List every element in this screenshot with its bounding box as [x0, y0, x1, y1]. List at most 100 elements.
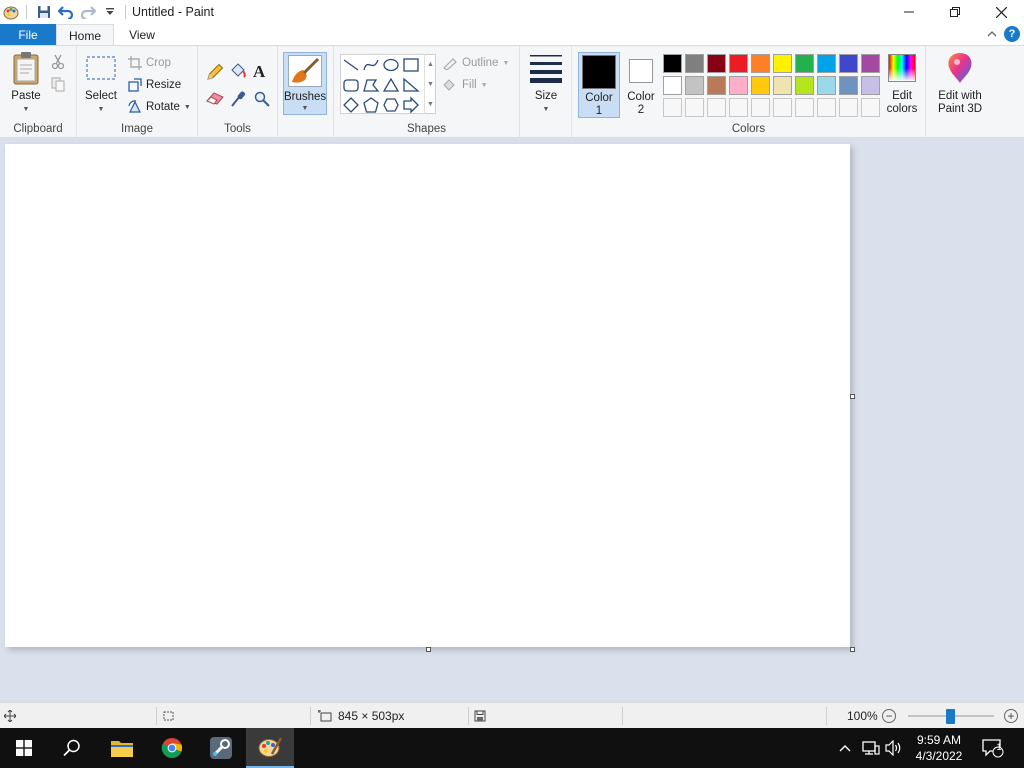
palette-swatch[interactable] — [839, 98, 858, 117]
save-icon[interactable] — [33, 1, 55, 23]
resize-handle-right[interactable] — [850, 394, 855, 399]
action-center-button[interactable]: 1 — [982, 728, 1004, 768]
hexagon-shape-icon[interactable] — [383, 98, 399, 112]
palette-swatch[interactable] — [729, 76, 748, 95]
palette-swatch[interactable] — [839, 76, 858, 95]
palette-swatch[interactable] — [751, 54, 770, 73]
palette-swatch[interactable] — [773, 98, 792, 117]
palette-swatch[interactable] — [773, 54, 792, 73]
resize-handle-bottom[interactable] — [426, 647, 431, 652]
palette-swatch[interactable] — [707, 98, 726, 117]
crop-button[interactable]: Crop — [128, 54, 171, 72]
size-button[interactable]: Size ▼ — [526, 50, 566, 116]
palette-swatch[interactable] — [707, 54, 726, 73]
palette-swatch[interactable] — [795, 54, 814, 73]
outline-button[interactable]: Outline ▼ — [442, 54, 509, 72]
taskbar-clock[interactable]: 9:59 AM 4/3/2022 — [904, 732, 974, 764]
scroll-up-icon[interactable]: ▲ — [427, 61, 434, 68]
select-button[interactable]: Select ▼ — [83, 50, 119, 116]
color2-button[interactable]: Color 2 — [622, 52, 660, 118]
drawing-canvas[interactable] — [5, 144, 850, 647]
redo-icon[interactable] — [77, 1, 99, 23]
palette-swatch[interactable] — [663, 76, 682, 95]
tab-view[interactable]: View — [114, 24, 170, 46]
line-shape-icon[interactable] — [343, 59, 359, 71]
collapse-ribbon-icon[interactable] — [986, 28, 998, 40]
rotate-button[interactable]: Rotate ▼ — [128, 98, 191, 116]
file-explorer-button[interactable] — [98, 728, 146, 768]
customize-toolbar-icon[interactable] — [99, 1, 121, 23]
rounded-rectangle-shape-icon[interactable] — [343, 79, 359, 92]
palette-swatch[interactable] — [795, 76, 814, 95]
right-arrow-shape-icon[interactable] — [403, 96, 419, 114]
brushes-label: Brushes — [284, 91, 327, 103]
palette-swatch[interactable] — [685, 98, 704, 117]
help-icon[interactable]: ? — [1004, 26, 1020, 42]
palette-swatch[interactable] — [685, 54, 704, 73]
palette-swatch[interactable] — [685, 76, 704, 95]
search-button[interactable] — [48, 728, 96, 768]
copy-icon[interactable] — [50, 76, 66, 95]
text-tool-icon[interactable]: A — [253, 62, 265, 82]
paint3d-group: Edit with Paint 3D — [926, 46, 996, 138]
palette-swatch[interactable] — [729, 54, 748, 73]
curve-shape-icon[interactable] — [363, 59, 379, 71]
oval-shape-icon[interactable] — [383, 58, 399, 72]
cut-icon[interactable] — [50, 54, 66, 73]
magnifier-icon[interactable] — [254, 91, 270, 110]
maximize-button[interactable] — [932, 0, 978, 24]
paint-app-icon[interactable] — [0, 1, 22, 23]
palette-swatch[interactable] — [751, 98, 770, 117]
minimize-button[interactable] — [886, 0, 932, 24]
palette-swatch[interactable] — [729, 98, 748, 117]
edit-with-paint3d-button[interactable]: Edit with Paint 3D — [932, 50, 988, 116]
paint-taskbar-button[interactable] — [246, 728, 294, 768]
eraser-icon[interactable] — [206, 91, 224, 108]
zoom-in-button[interactable]: + — [1004, 703, 1018, 729]
volume-button[interactable] — [885, 728, 903, 768]
palette-swatch[interactable] — [817, 54, 836, 73]
network-button[interactable] — [862, 728, 880, 768]
color-picker-icon[interactable] — [230, 90, 246, 111]
pencil-icon[interactable] — [206, 63, 224, 84]
palette-swatch[interactable] — [751, 76, 770, 95]
chrome-button[interactable] — [148, 728, 196, 768]
show-hidden-icons[interactable] — [838, 728, 852, 768]
tab-home[interactable]: Home — [56, 24, 114, 46]
shapes-gallery[interactable] — [340, 54, 436, 114]
palette-swatch[interactable] — [817, 76, 836, 95]
undo-icon[interactable] — [55, 1, 77, 23]
fill-bucket-icon[interactable] — [229, 62, 247, 83]
palette-swatch[interactable] — [663, 54, 682, 73]
palette-swatch[interactable] — [817, 98, 836, 117]
paste-button[interactable]: Paste ▼ — [8, 50, 44, 116]
palette-swatch[interactable] — [795, 98, 814, 117]
palette-swatch[interactable] — [663, 98, 682, 117]
diamond-shape-icon[interactable] — [343, 97, 359, 113]
zoom-slider-thumb[interactable] — [946, 709, 956, 724]
palette-swatch[interactable] — [707, 76, 726, 95]
triangle-shape-icon[interactable] — [382, 77, 400, 92]
palette-swatch[interactable] — [861, 54, 880, 73]
tab-file[interactable]: File — [0, 24, 56, 46]
brushes-button[interactable]: Brushes ▼ — [283, 52, 327, 115]
palette-swatch[interactable] — [861, 98, 880, 117]
edit-colors-button[interactable]: Edit colors — [884, 50, 920, 116]
polygon-shape-icon[interactable] — [363, 79, 380, 92]
expand-gallery-icon[interactable]: ▼ — [427, 101, 434, 108]
scroll-down-icon[interactable]: ▼ — [427, 81, 434, 88]
tool-app-button[interactable] — [197, 728, 245, 768]
color1-button[interactable]: Color 1 — [578, 52, 620, 118]
palette-swatch[interactable] — [839, 54, 858, 73]
palette-swatch[interactable] — [773, 76, 792, 95]
palette-swatch[interactable] — [861, 76, 880, 95]
right-triangle-shape-icon[interactable] — [403, 77, 420, 92]
start-button[interactable] — [0, 728, 48, 768]
zoom-out-button[interactable]: − — [882, 703, 896, 729]
close-button[interactable] — [978, 0, 1024, 24]
pentagon-shape-icon[interactable] — [363, 97, 379, 113]
resize-handle-corner[interactable] — [850, 647, 855, 652]
resize-button[interactable]: Resize — [128, 76, 181, 94]
fill-button[interactable]: Fill ▼ — [442, 76, 488, 94]
rectangle-shape-icon[interactable] — [403, 58, 419, 72]
